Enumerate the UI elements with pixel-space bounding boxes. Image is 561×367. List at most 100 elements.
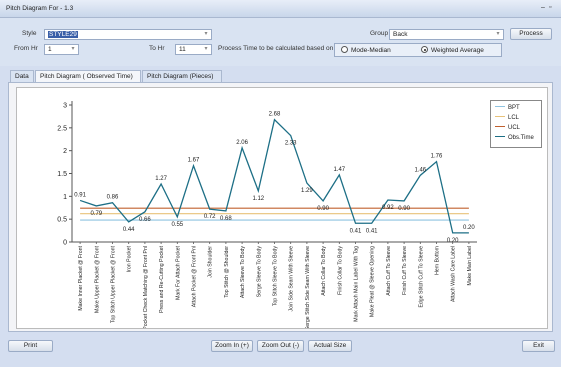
y-tick-label: 1.5 [57, 171, 67, 178]
x-tick-label: Hem Bottom [435, 246, 441, 275]
x-tick-label: Pocket Check Matching @ Front Pnl [143, 246, 149, 328]
x-tick-label: Finish Cuff To Sleeve [402, 246, 408, 295]
data-label: 0.41 [366, 228, 378, 234]
y-tick-label: 1 [63, 194, 67, 201]
mode-median-label: Mode-Median [351, 47, 391, 54]
x-tick-label: Attach Sleeve To Body [240, 246, 246, 299]
legend-label: LCL [508, 115, 520, 121]
from-hr-select[interactable]: 1 ▾ [44, 44, 79, 55]
minimize-icon[interactable]: – [541, 4, 545, 11]
y-tick-label: 2.5 [57, 125, 67, 132]
legend-item: Obs.Time [495, 135, 534, 141]
to-hr-label: To Hr [149, 45, 165, 52]
process-button[interactable]: Process [510, 28, 552, 40]
legend-item: LCL [495, 115, 519, 121]
data-label: 0.72 [204, 214, 216, 220]
x-tick-label: Serge Stitch Side Seam With Sleeve [305, 246, 311, 328]
chevron-down-icon[interactable]: ▾ [202, 30, 210, 39]
legend-label: UCL [508, 125, 521, 131]
chart-legend: BPT LCL UCL Obs.Time [490, 100, 542, 148]
chevron-down-icon[interactable]: ▾ [494, 30, 502, 39]
data-label: 0.68 [220, 216, 232, 222]
data-label: 0.92 [382, 205, 394, 211]
to-hr-value: 11 [179, 46, 186, 53]
data-label: 0.55 [171, 222, 183, 228]
pitch-diagram-window: Pitch Diagram For - 1.3 – ▫ Style STYLE2… [0, 0, 561, 367]
data-label: 1.29 [301, 188, 313, 194]
data-label: 0.90 [398, 206, 410, 212]
mode-median-radio[interactable]: Mode-Median [341, 46, 391, 54]
x-tick-label: Top Stitch Upper Placket @ Front [111, 245, 117, 323]
data-label: 0.86 [107, 195, 119, 201]
x-tick-label: Top Stitch Sleeve To Body [273, 246, 279, 307]
actual-size-button[interactable]: Actual Size [308, 340, 352, 352]
y-tick-label: 3 [63, 103, 67, 110]
x-tick-label: Attach Pocket @ Front Pnl [192, 246, 198, 307]
x-tick-label: Make Inner Placket @ Front [78, 245, 84, 310]
legend-swatch [495, 106, 505, 107]
from-hr-label: From Hr [14, 45, 38, 52]
style-value: STYLE29 [48, 31, 78, 38]
data-label: 0.41 [350, 228, 362, 234]
x-tick-label: Join Side Seam With Sleeve [289, 246, 295, 312]
x-tick-label: Make Main Label [467, 246, 473, 286]
legend-label: Obs.Time [508, 135, 534, 141]
data-label: 2.06 [236, 140, 248, 146]
pitch-diagram-chart: 0 0.5 1 1.5 2 2.5 3 0.91 0.79 0.86 0.44 0.66 1.27 0.5… [57, 101, 477, 330]
legend-item: BPT [495, 105, 520, 111]
calculation-basis-radio-group: Mode-Median Weighted Average [334, 43, 502, 57]
radio-icon [341, 46, 348, 53]
style-label: Style [22, 30, 37, 37]
x-tick-label: Join Shoulder [208, 246, 214, 278]
x-tick-label: Edge Stitch Cuff To Sleeve [418, 246, 424, 308]
x-tick-label: Attach Cuff To Sleeve [386, 246, 392, 296]
x-tick-label: Make Upper Placket @ Front [94, 245, 100, 313]
maximize-icon[interactable]: ▫ [549, 4, 551, 11]
process-time-basis-label: Process Time to be calculated based on [218, 45, 334, 52]
chevron-down-icon[interactable]: ▾ [202, 45, 210, 54]
legend-swatch [495, 136, 505, 137]
data-label: 2.68 [269, 112, 281, 118]
data-label: 1.67 [188, 158, 200, 164]
legend-swatch [495, 126, 505, 127]
chart-panel: 0 0.5 1 1.5 2 2.5 3 0.91 0.79 0.86 0.44 0.66 1.27 0.5… [8, 82, 553, 332]
data-label: 0.90 [317, 206, 329, 212]
data-label: 0.20 [463, 225, 475, 231]
x-tick-label: Finish Collar To Body [337, 246, 343, 295]
legend-item: UCL [495, 125, 520, 131]
group-label: Group [370, 30, 389, 37]
exit-button[interactable]: Exit [522, 340, 555, 352]
x-tick-label: Top Stitch @ Shoulder [224, 246, 230, 298]
x-tick-label: Attach Wash Care Label [451, 246, 457, 302]
tab-data[interactable]: Data [10, 70, 34, 82]
data-label: 1.47 [333, 167, 345, 173]
zoom-in-button[interactable]: Zoom In (+) [211, 340, 253, 352]
weighted-average-radio[interactable]: Weighted Average [421, 46, 484, 54]
group-value: Back [393, 31, 408, 38]
title-bar: Pitch Diagram For - 1.3 – ▫ [0, 0, 561, 18]
footer-bar: Print Zoom In (+) Zoom Out (-) Actual Si… [0, 336, 561, 367]
data-label: 1.12 [252, 196, 264, 202]
group-select[interactable]: Back ▾ [389, 29, 504, 40]
x-tick-label: Press and Re-Cutting Pocket [159, 245, 165, 312]
data-label: 0.91 [74, 192, 86, 198]
filter-form: Style STYLE29 ▾ Group Back ▾ Process Fro… [0, 18, 561, 66]
data-label: 1.46 [414, 167, 426, 173]
to-hr-select[interactable]: 11 ▾ [175, 44, 212, 55]
chevron-down-icon[interactable]: ▾ [69, 45, 77, 54]
print-button[interactable]: Print [8, 340, 53, 352]
x-tick-label: Attach Collar To Body [321, 246, 327, 296]
data-label: 0.79 [90, 211, 102, 217]
data-label: 0.44 [123, 227, 135, 233]
y-tick-label: 0.5 [57, 217, 67, 224]
weighted-average-label: Weighted Average [431, 47, 484, 54]
legend-label: BPT [508, 105, 520, 111]
data-label: 0.66 [139, 217, 151, 223]
data-label: 2.33 [285, 141, 297, 147]
style-select[interactable]: STYLE29 ▾ [44, 29, 212, 40]
data-label: 1.27 [155, 176, 167, 182]
radio-selected-icon [421, 46, 428, 53]
pitch-chart-area: 0 0.5 1 1.5 2 2.5 3 0.91 0.79 0.86 0.44 0.66 1.27 0.5… [16, 87, 548, 330]
tab-pitch-diagram-pieces[interactable]: Pitch Diagram (Pieces) [142, 70, 222, 82]
zoom-out-button[interactable]: Zoom Out (-) [257, 340, 304, 352]
